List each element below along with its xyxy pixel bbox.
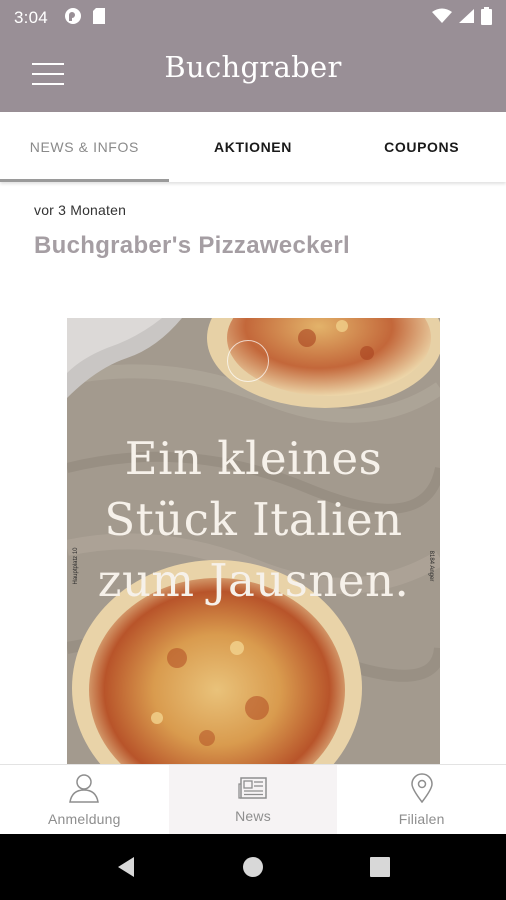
status-bar: 3:04	[0, 0, 506, 36]
battery-icon	[481, 6, 492, 30]
location-pin-icon	[410, 772, 434, 808]
podcast-icon	[64, 7, 82, 30]
nav-label-anmeldung: Anmeldung	[48, 810, 121, 827]
poster-side-text-left: Hauptplatz 10	[73, 547, 79, 585]
poster-headline-line: zum Jausnen.	[97, 554, 410, 607]
tab-news-infos[interactable]: NEWS & INFOS	[0, 112, 169, 182]
home-icon[interactable]	[213, 834, 293, 900]
status-left-icons	[64, 7, 106, 30]
recents-icon[interactable]	[340, 834, 420, 900]
nav-item-news[interactable]: News	[168, 765, 338, 834]
poster-headline-line: Stück Italien	[104, 493, 403, 546]
nav-item-filialen[interactable]: Filialen	[337, 765, 506, 834]
post-image[interactable]: Ein kleines Stück Italien zum Jausnen. H…	[67, 318, 440, 764]
post-date: vor 3 Monaten	[34, 202, 127, 218]
poster-headline-line: Ein kleines	[124, 432, 383, 485]
back-icon[interactable]	[86, 834, 166, 900]
nav-label-news: News	[235, 807, 271, 824]
status-right-icons	[432, 6, 492, 30]
sd-card-icon	[92, 7, 106, 30]
status-time: 3:04	[14, 8, 48, 27]
poster-logo	[227, 340, 269, 382]
brand-logo: Buchgraber	[164, 50, 342, 84]
post-title[interactable]: Buchgraber's Pizzaweckerl	[34, 232, 350, 260]
user-icon	[68, 773, 100, 808]
wifi-icon	[432, 8, 452, 29]
bottom-navigation: Anmeldung News Filialen	[0, 764, 506, 834]
tab-aktionen[interactable]: AKTIONEN	[169, 112, 338, 182]
nav-item-anmeldung[interactable]: Anmeldung	[0, 765, 169, 834]
app-bar: Buchgraber	[0, 36, 506, 112]
system-navigation-bar	[0, 834, 506, 900]
poster-side-text-right: 8184 Anger	[428, 550, 434, 582]
nav-label-filialen: Filialen	[398, 810, 445, 827]
tab-bar: NEWS & INFOS AKTIONEN COUPONS	[0, 112, 506, 182]
app-screen: 3:04 Buchgraber NEWS & INFOS AKTIONEN CO…	[0, 0, 506, 900]
tab-coupons[interactable]: COUPONS	[337, 112, 506, 182]
poster-headline: Ein kleines Stück Italien zum Jausnen.	[67, 428, 440, 611]
news-feed[interactable]: vor 3 Monaten Buchgraber's Pizzaweckerl	[0, 182, 506, 764]
newspaper-icon	[238, 776, 268, 805]
signal-icon	[458, 8, 475, 29]
